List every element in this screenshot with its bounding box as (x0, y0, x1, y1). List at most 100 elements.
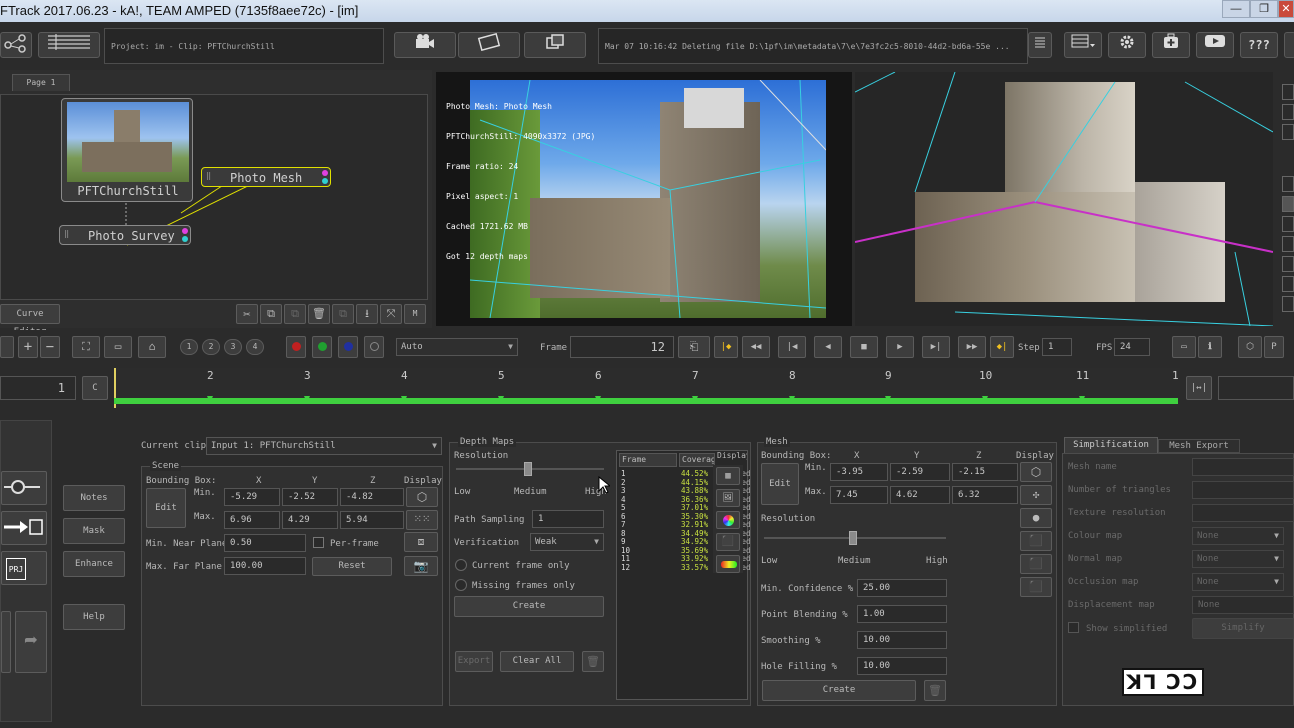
slider-tool-icon[interactable] (1, 471, 47, 505)
timeline-fit-icon[interactable]: |↔| (1186, 376, 1212, 400)
simplify-button[interactable]: Simplify (1192, 618, 1294, 639)
layer-1-button[interactable]: 1 (180, 339, 198, 355)
mesh-max-z[interactable]: 6.32 (952, 486, 1018, 504)
output-port[interactable] (322, 178, 328, 184)
red-channel-button[interactable] (286, 336, 306, 358)
play-backward-icon[interactable]: ◀ (814, 336, 842, 358)
keyframe-next-icon[interactable]: ◆| (990, 336, 1014, 358)
output-port[interactable] (182, 236, 188, 242)
mesh-lit-icon[interactable]: ⬛ (1020, 577, 1052, 597)
show-simplified-checkbox[interactable] (1068, 622, 1079, 633)
keyframe-prev-icon[interactable]: |◆ (714, 336, 738, 358)
mask-button[interactable]: Mask (63, 518, 125, 544)
side-tool[interactable] (1282, 256, 1294, 272)
frame-fit-icon[interactable]: ⛶ (72, 336, 100, 358)
layer-2-button[interactable]: 2 (202, 339, 220, 355)
mesh-edit-button[interactable]: Edit (761, 463, 799, 505)
undo-icon[interactable] (1, 611, 11, 673)
mesh-min-y[interactable]: -2.59 (890, 463, 950, 481)
node-photo-mesh[interactable]: ⣿ Photo Mesh (201, 167, 331, 187)
points-grid-icon[interactable]: ⁙⁙ (406, 510, 438, 530)
play-forward-icon[interactable]: ▶ (886, 336, 914, 358)
node-canvas[interactable]: PFTChurchStill ⣿ Photo Mesh ⣿ Photo Surv… (0, 94, 428, 300)
scene-min-x[interactable]: -5.29 (224, 488, 280, 506)
enhance-button[interactable]: Enhance (63, 551, 125, 577)
display-mode-select[interactable]: Auto (396, 338, 518, 356)
table-header-coverage[interactable]: Coverage (679, 453, 715, 467)
verification-select[interactable]: Weak (530, 533, 604, 551)
layout-menu-icon[interactable] (1064, 32, 1102, 58)
tab-mesh-export[interactable]: Mesh Export (1158, 439, 1240, 453)
color-wheel-icon[interactable] (716, 511, 740, 529)
mesh-textured-icon[interactable]: ⬛ (1020, 554, 1052, 574)
node-photo-survey[interactable]: ⣿ Photo Survey (59, 225, 191, 245)
maximize-button[interactable]: ❐ (1250, 0, 1278, 18)
camera-view-icon[interactable]: ▭ (104, 336, 132, 358)
scene-min-z[interactable]: -4.82 (340, 488, 404, 506)
mesh-min-z[interactable]: -2.15 (952, 463, 1018, 481)
table-header-frame[interactable]: Frame (619, 453, 677, 467)
redo-icon[interactable]: ➦ (15, 611, 47, 673)
current-clip-select[interactable]: Input 1: PFTChurchStill (206, 437, 442, 455)
stop-icon[interactable]: ■ (850, 336, 878, 358)
save-icon[interactable]: ⭳ (356, 304, 378, 324)
reset-button[interactable]: Reset (312, 557, 392, 576)
medkit-icon[interactable] (1152, 32, 1190, 58)
depth-resolution-thumb[interactable] (524, 462, 532, 476)
point-blending-input[interactable]: 1.00 (857, 605, 947, 623)
scene-max-y[interactable]: 4.29 (282, 511, 338, 529)
mesh-wire-icon[interactable]: ✣ (1020, 485, 1052, 505)
alpha-channel-button[interactable] (364, 336, 384, 358)
output-port[interactable] (322, 170, 328, 176)
node-graph-icon[interactable] (0, 32, 32, 58)
normal-map-select[interactable]: None (1192, 550, 1284, 568)
mesh-name-input[interactable] (1192, 458, 1294, 476)
cube-display-icon[interactable]: ⬛ (716, 533, 740, 551)
mesh-create-button[interactable]: Create (762, 680, 916, 701)
scene-min-y[interactable]: -2.52 (282, 488, 338, 506)
notes-button[interactable]: Notes (63, 485, 125, 511)
min-confidence-input[interactable]: 25.00 (857, 579, 947, 597)
rewind-start-icon[interactable]: ◀◀ (742, 336, 770, 358)
image-viewer[interactable]: Photo Mesh: Photo Mesh PFTChurchStill: 4… (436, 72, 852, 326)
blue-channel-button[interactable] (338, 336, 358, 358)
fit-view-icon[interactable]: ⤧ (380, 304, 402, 324)
missing-frames-only-radio[interactable] (455, 579, 467, 591)
start-frame-input[interactable]: 1 (0, 376, 76, 400)
side-tool[interactable] (1282, 236, 1294, 252)
copy-icon[interactable]: ⧉ (260, 304, 282, 324)
tab-simplification[interactable]: Simplification (1064, 437, 1158, 453)
perspective-button[interactable]: P (1264, 336, 1284, 358)
side-tool[interactable] (1282, 104, 1294, 120)
side-tool[interactable] (1282, 196, 1294, 212)
num-triangles-input[interactable] (1192, 481, 1294, 499)
settings-gear-icon[interactable] (1108, 32, 1146, 58)
tripod-icon[interactable]: ⌂ (138, 336, 166, 358)
step-input[interactable]: 1 (1042, 338, 1072, 356)
side-tool[interactable] (1282, 176, 1294, 192)
side-tool[interactable] (1282, 276, 1294, 292)
smoothing-input[interactable]: 10.00 (857, 631, 947, 649)
list-view-icon[interactable] (38, 32, 100, 58)
minimize-button[interactable]: — (1222, 0, 1250, 18)
plane-grid-icon[interactable]: ⧈ (404, 532, 438, 552)
zoom-out-icon[interactable]: − (40, 336, 60, 358)
help-button[interactable]: ??? (1240, 32, 1278, 58)
hole-filling-input[interactable]: 10.00 (857, 657, 947, 675)
export-arrow-icon[interactable] (1, 511, 47, 545)
snapshot-camera-icon[interactable]: 📷 (404, 556, 438, 576)
scene-max-x[interactable]: 6.96 (224, 511, 280, 529)
menu-toggle-button[interactable]: M (404, 304, 426, 324)
step-forward-icon[interactable]: ▶| (922, 336, 950, 358)
paste-icon[interactable]: ⧉ (284, 304, 306, 324)
project-file-icon[interactable]: PRJ (1, 551, 47, 585)
goto-frame-icon[interactable]: ⎗ (678, 336, 710, 358)
depth-display-icon[interactable]: ▦ (716, 467, 740, 485)
side-tool[interactable] (1282, 84, 1294, 100)
end-frame-input[interactable] (1218, 376, 1294, 400)
per-frame-checkbox[interactable] (313, 537, 324, 548)
layer-3-button[interactable]: 3 (224, 339, 242, 355)
heatmap-display-icon[interactable] (716, 555, 740, 573)
layer-4-button[interactable]: 4 (246, 339, 264, 355)
output-port[interactable] (182, 228, 188, 234)
